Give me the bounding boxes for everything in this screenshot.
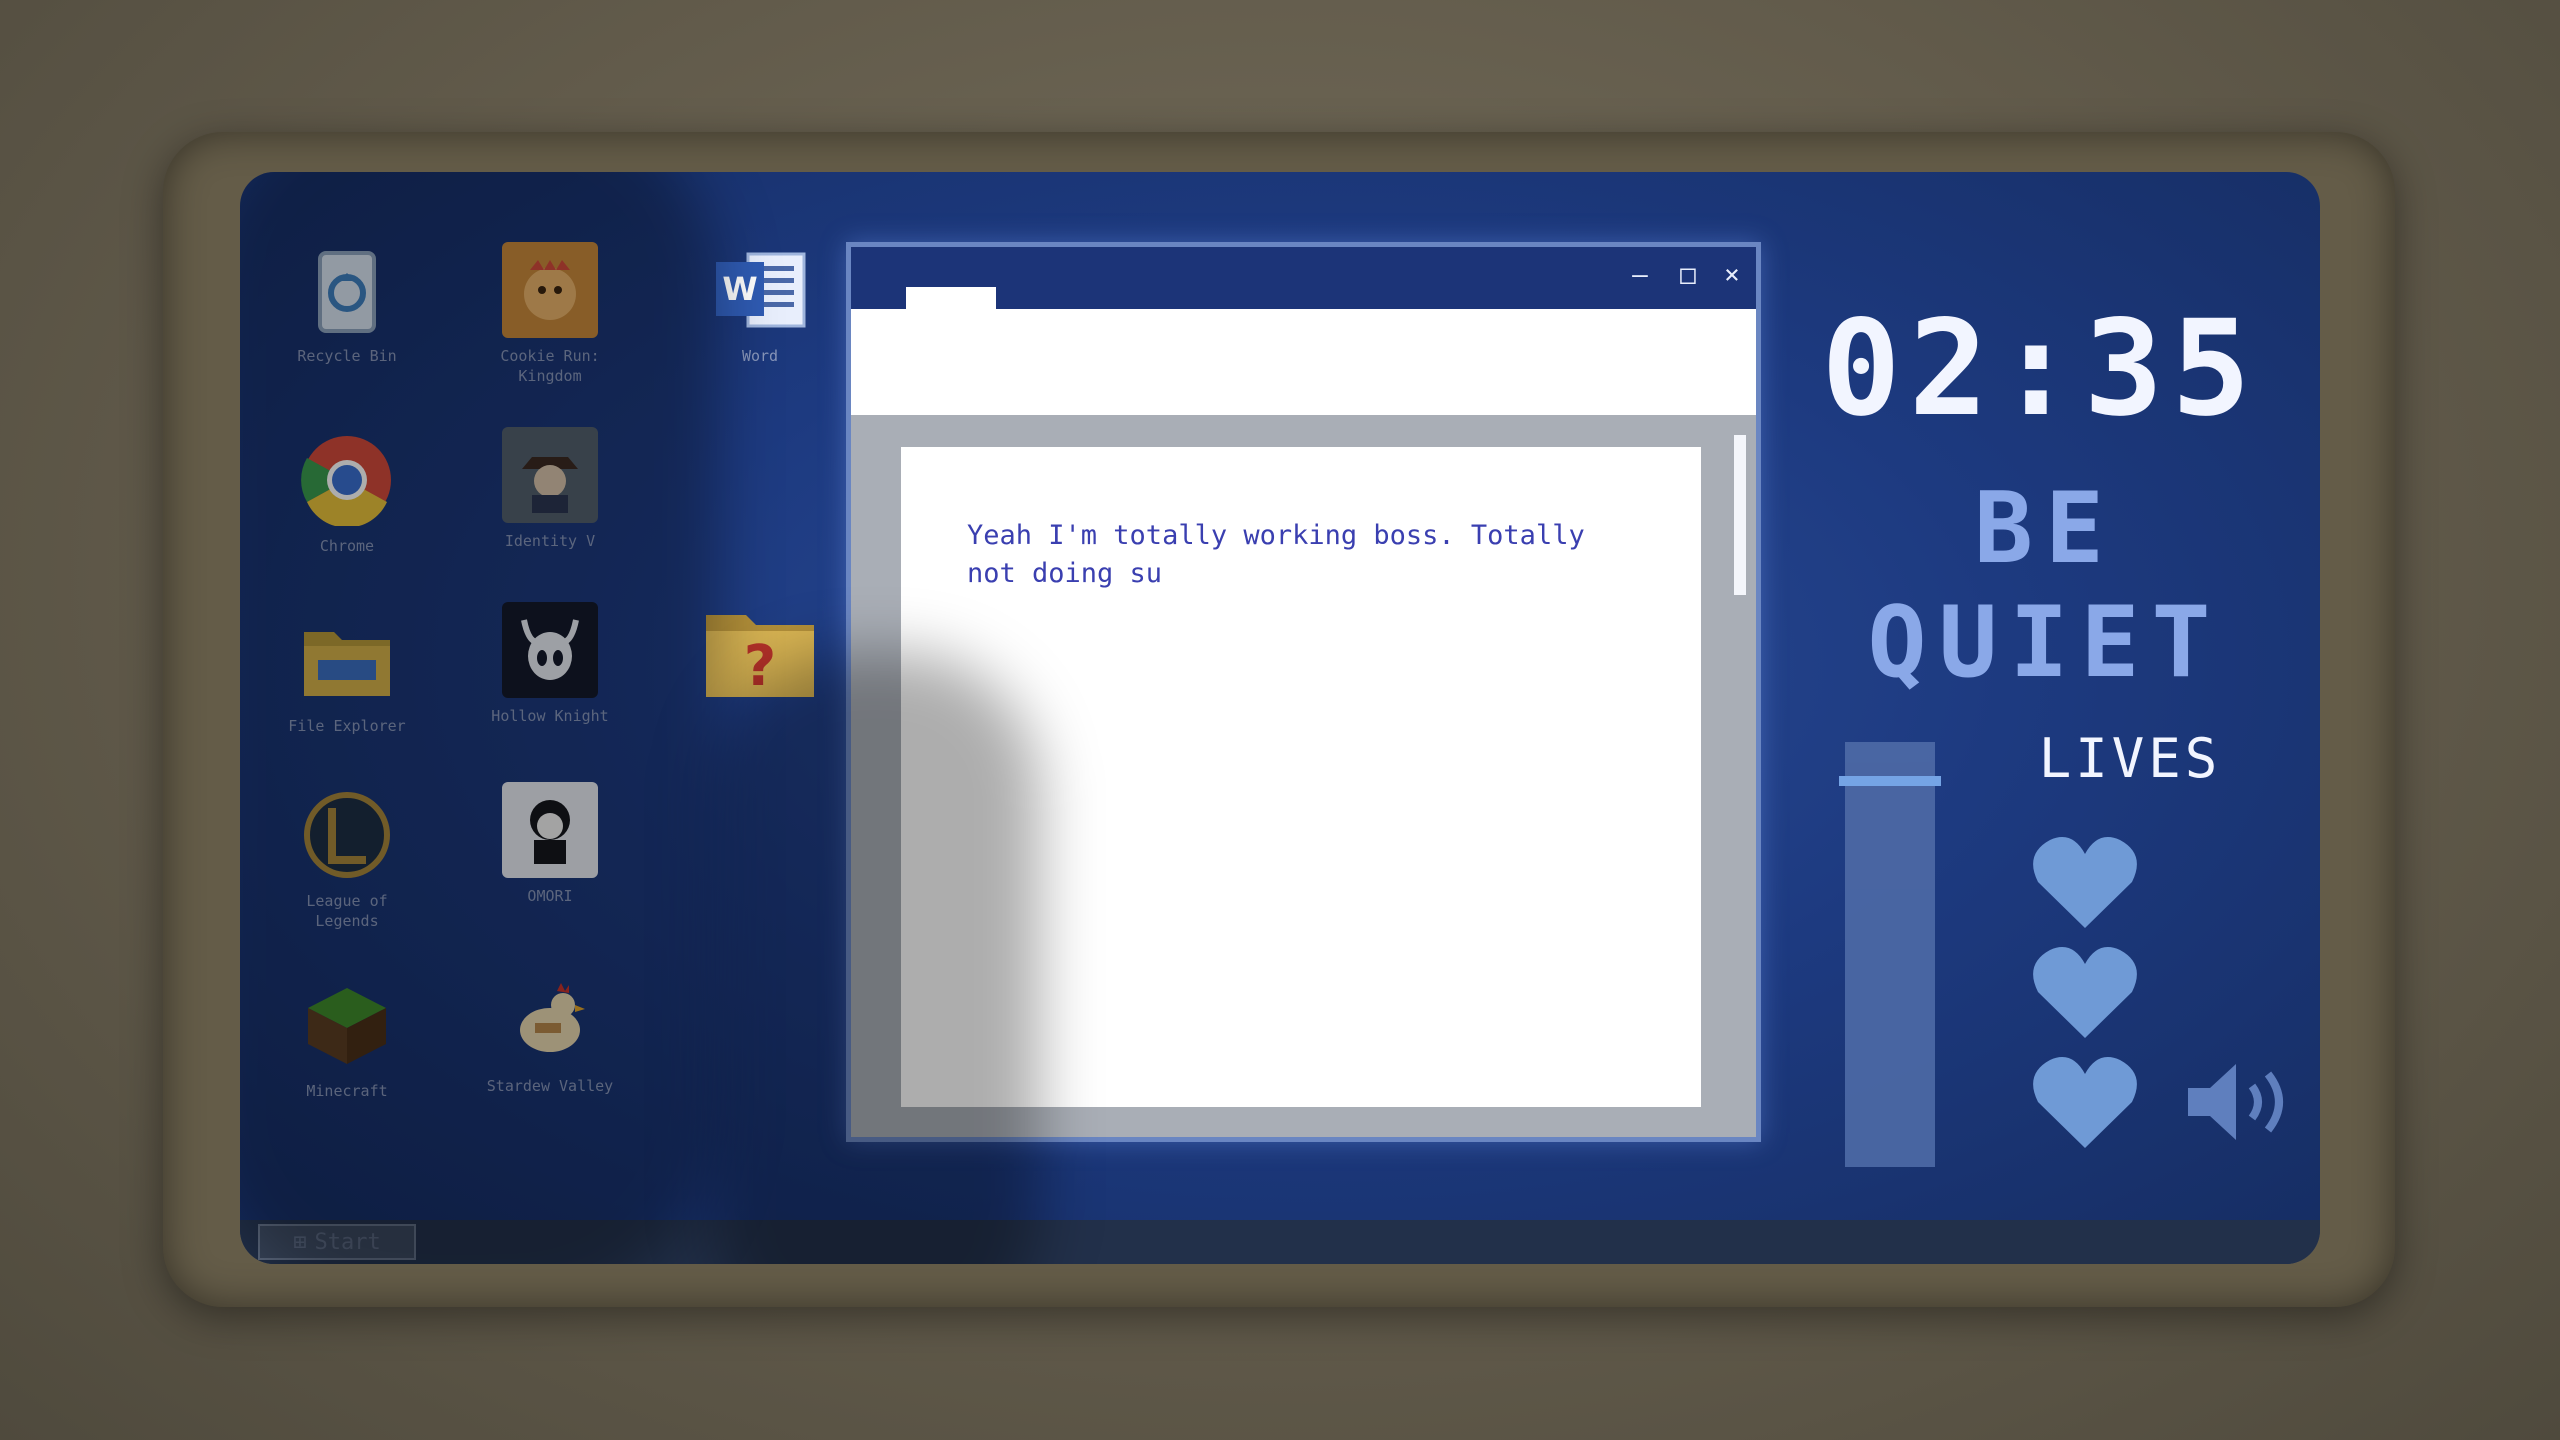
document-tab[interactable] <box>906 287 996 309</box>
desktop-icon-stardew-valley[interactable]: Stardew Valley <box>465 972 635 1096</box>
document-area: Yeah I'm totally working boss. Totally n… <box>851 415 1756 1137</box>
minecraft-icon <box>299 977 395 1073</box>
maximize-button[interactable]: □ <box>1670 257 1706 293</box>
lives-label: LIVES <box>2038 727 2222 790</box>
desktop-icon-word[interactable]: W Word <box>675 242 845 366</box>
heart-icon <box>2033 947 2137 1038</box>
close-button[interactable]: × <box>1714 257 1750 293</box>
noise-meter-marker <box>1839 776 1941 786</box>
word-icon: W <box>712 242 808 338</box>
folder-icon <box>299 612 395 708</box>
icon-label: Recycle Bin <box>297 347 397 365</box>
desktop-icon-cookie-run[interactable]: Cookie Run: Kingdom <box>465 242 635 386</box>
icon-label: Hollow Knight <box>491 707 609 725</box>
desktop-icon-minecraft[interactable]: Minecraft <box>262 977 432 1101</box>
game-clock: 02:35 <box>1821 292 2259 446</box>
icon-label: League of Legends <box>306 892 388 930</box>
document-page[interactable]: Yeah I'm totally working boss. Totally n… <box>901 447 1701 1107</box>
hollow-knight-icon <box>502 602 598 698</box>
stardew-icon <box>502 972 598 1068</box>
icon-label: Minecraft <box>306 1082 388 1100</box>
desktop-icon-file-explorer[interactable]: File Explorer <box>262 612 432 736</box>
monitor-screen: Recycle Bin Chrome File Explorer League … <box>240 172 2320 1264</box>
heart-icon <box>2033 837 2137 928</box>
desktop-icon-hollow-knight[interactable]: Hollow Knight <box>465 602 635 726</box>
icon-label: File Explorer <box>288 717 406 735</box>
noise-meter <box>1839 742 1941 1167</box>
minimize-button[interactable]: — <box>1622 257 1658 293</box>
window-titlebar[interactable]: — □ × <box>851 247 1756 309</box>
document-text[interactable]: Yeah I'm totally working boss. Totally n… <box>967 517 1647 593</box>
mystery-folder-icon: ? <box>701 602 819 702</box>
identity-v-icon <box>502 427 598 523</box>
icon-label: Cookie Run: Kingdom <box>500 347 600 385</box>
desktop-icon-omori[interactable]: OMORI <box>465 782 635 906</box>
svg-text:W: W <box>722 270 757 308</box>
icon-label: Stardew Valley <box>486 1077 614 1095</box>
window-toolbar <box>851 309 1756 415</box>
cookie-run-icon <box>502 242 598 338</box>
svg-text:?: ? <box>744 634 776 699</box>
be-quiet-warning: BE QUIET <box>1867 472 2223 700</box>
omori-icon <box>502 782 598 878</box>
icon-label: Chrome <box>319 537 375 555</box>
icon-label: Identity V <box>504 532 596 550</box>
speaker-icon <box>2188 1064 2283 1140</box>
icon-label: Word <box>741 347 779 365</box>
start-button[interactable]: ⊞ Start <box>258 1224 416 1260</box>
icon-label: OMORI <box>527 887 573 905</box>
scrollbar[interactable] <box>1734 435 1746 595</box>
desktop-icon-identity-v[interactable]: Identity V <box>465 427 635 551</box>
heart-icon <box>2033 1057 2137 1148</box>
desktop-icon-chrome[interactable]: Chrome <box>262 432 432 556</box>
chrome-icon <box>299 432 395 528</box>
desktop-icon-mystery-folder[interactable]: ? <box>675 602 845 702</box>
windows-logo-icon: ⊞ <box>293 1229 307 1255</box>
taskbar: ⊞ Start <box>240 1220 2320 1264</box>
league-icon <box>299 787 395 883</box>
word-window[interactable]: — □ × Yeah I'm totally working boss. Tot… <box>846 242 1761 1142</box>
desktop-icon-recycle-bin[interactable]: Recycle Bin <box>262 242 432 366</box>
start-label: Start <box>314 1229 381 1255</box>
recycle-bin-icon <box>299 242 395 338</box>
desktop-icon-league-of-legends[interactable]: League of Legends <box>262 787 432 931</box>
